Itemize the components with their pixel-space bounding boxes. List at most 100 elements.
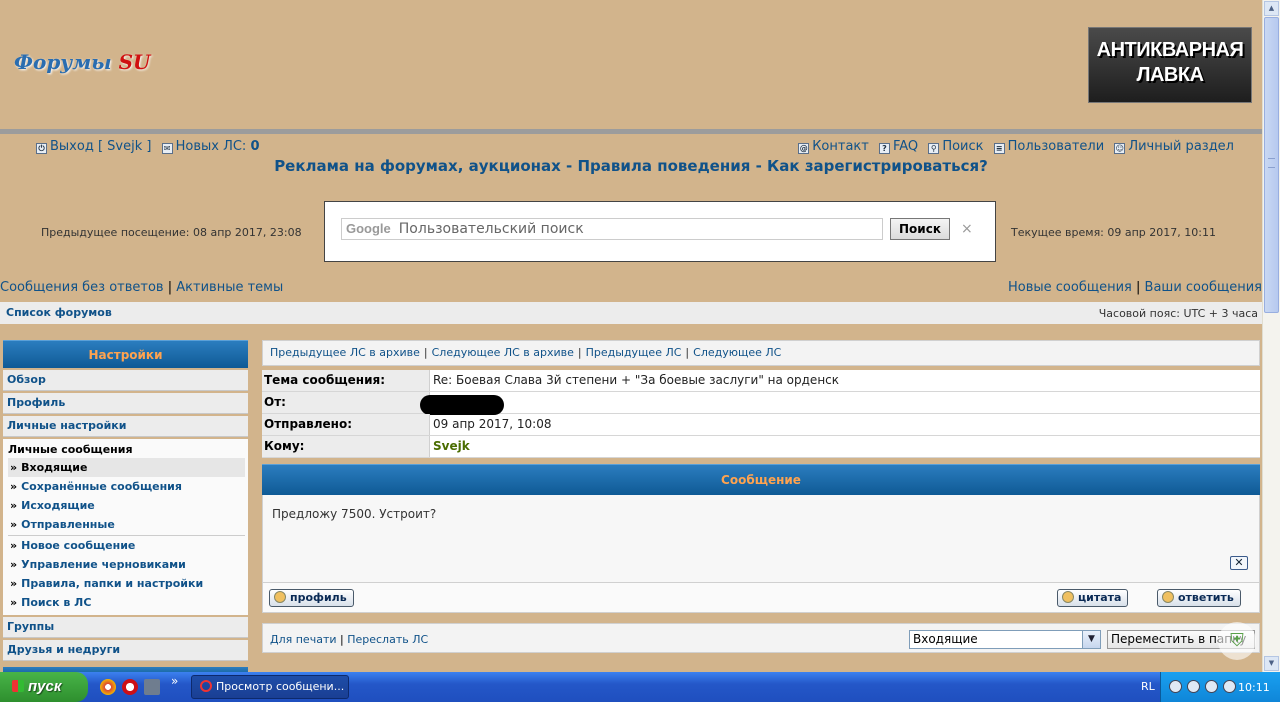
antique-shop-banner[interactable]: АНТИКВАРНАЯ ЛАВКА <box>1088 27 1252 103</box>
power-icon: ⏻ <box>36 143 47 154</box>
your-posts-link[interactable]: Ваши сообщения <box>1145 280 1262 295</box>
mail-icon: ✉ <box>161 143 173 154</box>
sidebar-item-groups[interactable]: Группы <box>3 617 248 638</box>
current-time: Текущее время: 09 апр 2017, 10:11 <box>1011 226 1216 239</box>
previous-visit: Предыдущее посещение: 08 апр 2017, 23:08 <box>41 226 302 239</box>
sidebar-pm-box: Личные сообщения » Входящие » Сохранённые … <box>3 439 248 615</box>
tray-shield-icon[interactable] <box>1187 680 1200 693</box>
faq-link[interactable]: ? FAQ <box>878 139 918 154</box>
pm-header-table: Тема сообщения: Re: Боевая Слава 3й степ… <box>262 370 1260 458</box>
from-row: От: <box>262 392 1260 415</box>
forum-logo[interactable]: Форумы SU <box>14 50 151 74</box>
forum-index-link[interactable]: Список форумов <box>6 306 112 319</box>
header-divider <box>0 129 1262 134</box>
tray-volume-icon[interactable] <box>1223 680 1236 693</box>
pm-view: Предыдущее ЛС в архиве | Следующее ЛС в ар… <box>262 340 1260 653</box>
pm-subject: Re: Боевая Слава 3й степени + "За боевые… <box>433 373 840 387</box>
forward-link[interactable]: Переслать ЛС <box>347 633 428 646</box>
folder-select[interactable]: Входящие ▼ <box>909 630 1101 649</box>
unanswered-link[interactable]: Сообщения без ответов <box>0 280 164 295</box>
message-body: Предложу 7500. Устроит? ✕ <box>262 495 1260 583</box>
sender-redacted <box>420 392 504 415</box>
sent-row: Отправлено: 09 апр 2017, 10:08 <box>262 414 1260 436</box>
sidebar-item-outbox[interactable]: » Исходящие <box>8 496 245 515</box>
banner-text: АНТИКВАРНАЯ ЛАВКА <box>1096 39 1244 86</box>
new-pm-link[interactable]: ✉ Новых ЛС: 0 <box>161 139 260 154</box>
message-actions: профиль цитата ответить <box>262 583 1260 613</box>
clock: 10:11 <box>1238 681 1270 694</box>
shield-icon[interactable]: ⛨ <box>1218 622 1256 660</box>
contact-icon: @ <box>798 143 810 154</box>
ad-rules-links[interactable]: Реклама на форумах, аукционах - Правила … <box>0 157 1262 175</box>
chrome-icon[interactable] <box>100 679 116 695</box>
tray-arrow-icon[interactable] <box>1169 680 1182 693</box>
sidebar-item-pm-search[interactable]: » Поиск в ЛС <box>8 593 245 612</box>
taskbar-window-button[interactable]: Просмотр сообщени... <box>191 675 349 699</box>
members-link[interactable]: ≡ Пользователи <box>993 139 1104 154</box>
search-input[interactable]: Google Пользовательский поиск <box>341 218 883 240</box>
sidebar-item-preferences[interactable]: Личные настройки <box>3 416 248 437</box>
sidebar-item-profile[interactable]: Профиль <box>3 393 248 414</box>
taskbar: пуск » Просмотр сообщени... RL 10:11 <box>0 672 1280 702</box>
pm-sent-date: 09 апр 2017, 10:08 <box>433 417 552 431</box>
opera-icon[interactable] <box>122 679 138 695</box>
google-search-box: Google Пользовательский поиск Поиск × <box>324 201 996 262</box>
sidebar-item-rules[interactable]: » Правила, папки и настройки <box>8 574 245 593</box>
search-link[interactable]: ⚲ Поиск <box>928 139 984 154</box>
google-logo: Google <box>346 221 391 236</box>
quote-icon <box>1062 591 1074 603</box>
reply-button[interactable]: ответить <box>1157 589 1241 607</box>
pm-bottom-bar: Для печати | Переслать ЛС Входящие ▼ Пере… <box>262 623 1260 653</box>
page: Форумы SU АНТИКВАРНАЯ ЛАВКА ⏻ Выход [ Sve… <box>0 0 1262 672</box>
scroll-thumb[interactable] <box>1264 17 1279 313</box>
message-text: Предложу 7500. Устроит? <box>272 507 437 521</box>
reply-icon <box>1162 591 1174 603</box>
logout-link[interactable]: ⏻ Выход [ Svejk ] <box>36 139 151 154</box>
language-indicator[interactable]: RL <box>1141 680 1155 693</box>
start-button[interactable]: пуск <box>0 672 88 702</box>
nav-left: ⏻ Выход [ Svejk ] ✉ Новых ЛС: 0 <box>30 139 260 154</box>
sidebar-item-inbox[interactable]: » Входящие <box>8 458 245 477</box>
report-icon[interactable]: ✕ <box>1230 556 1248 570</box>
sidebar-item-drafts[interactable]: » Управление черновиками <box>8 555 245 574</box>
nav-right: @ Контакт ? FAQ ⚲ Поиск ≡ Пользователи ☺ Личн… <box>792 139 1234 154</box>
scroll-down-icon[interactable]: ▼ <box>1264 656 1279 671</box>
ucp-sidebar: Настройки Обзор Профиль Личные настройки… <box>3 340 248 672</box>
list-icon: ≡ <box>993 143 1005 154</box>
new-posts-link[interactable]: Новые сообщения <box>1008 280 1132 295</box>
clear-icon[interactable]: × <box>961 221 973 237</box>
next-archive-link[interactable]: Следующее ЛС в архиве <box>432 346 574 359</box>
pm-bottom-links: Для печати | Переслать ЛС <box>270 633 429 646</box>
message-title: Сообщение <box>262 464 1260 495</box>
print-link[interactable]: Для печати <box>270 633 337 646</box>
app-icon[interactable] <box>144 679 160 695</box>
sidebar-item-saved[interactable]: » Сохранённые сообщения <box>8 477 245 496</box>
active-topics-link[interactable]: Активные темы <box>176 280 283 295</box>
next-pm-link[interactable]: Следующее ЛС <box>693 346 781 359</box>
vertical-scrollbar[interactable]: ▲ ▼ <box>1262 0 1280 672</box>
prev-archive-link[interactable]: Предыдущее ЛС в архиве <box>270 346 420 359</box>
quote-button[interactable]: цитата <box>1057 589 1129 607</box>
quicklaunch-chevron-icon[interactable]: » <box>171 674 178 688</box>
profile-button[interactable]: профиль <box>269 589 354 607</box>
contact-link[interactable]: @ Контакт <box>798 139 869 154</box>
sidebar-item-sent[interactable]: » Отправленные <box>8 515 245 534</box>
prev-pm-link[interactable]: Предыдущее ЛС <box>586 346 682 359</box>
search-button[interactable]: Поиск <box>890 218 950 240</box>
recipient-link[interactable]: Svejk <box>430 436 470 457</box>
scroll-up-icon[interactable]: ▲ <box>1264 1 1279 16</box>
timezone: Часовой пояс: UTC + 3 часа <box>1098 307 1258 320</box>
subject-row: Тема сообщения: Re: Боевая Слава 3й степ… <box>262 370 1260 392</box>
sidebar-pm-title: Личные сообщения <box>8 443 133 456</box>
chevron-down-icon: ▼ <box>1082 631 1100 648</box>
sidebar-item-friends[interactable]: Друзья и недруги <box>3 640 248 661</box>
user-icon <box>274 591 286 603</box>
sidebar-item-overview[interactable]: Обзор <box>3 370 248 391</box>
sidebar-item-compose[interactable]: » Новое сообщение <box>8 536 245 555</box>
search-icon: ⚲ <box>928 143 940 154</box>
quick-links-left: Сообщения без ответов | Активные темы <box>0 280 284 295</box>
opera-icon <box>200 680 212 692</box>
ucp-link[interactable]: ☺ Личный раздел <box>1114 139 1234 154</box>
windows-flag-icon <box>12 680 24 692</box>
tray-network-icon[interactable] <box>1205 680 1218 693</box>
